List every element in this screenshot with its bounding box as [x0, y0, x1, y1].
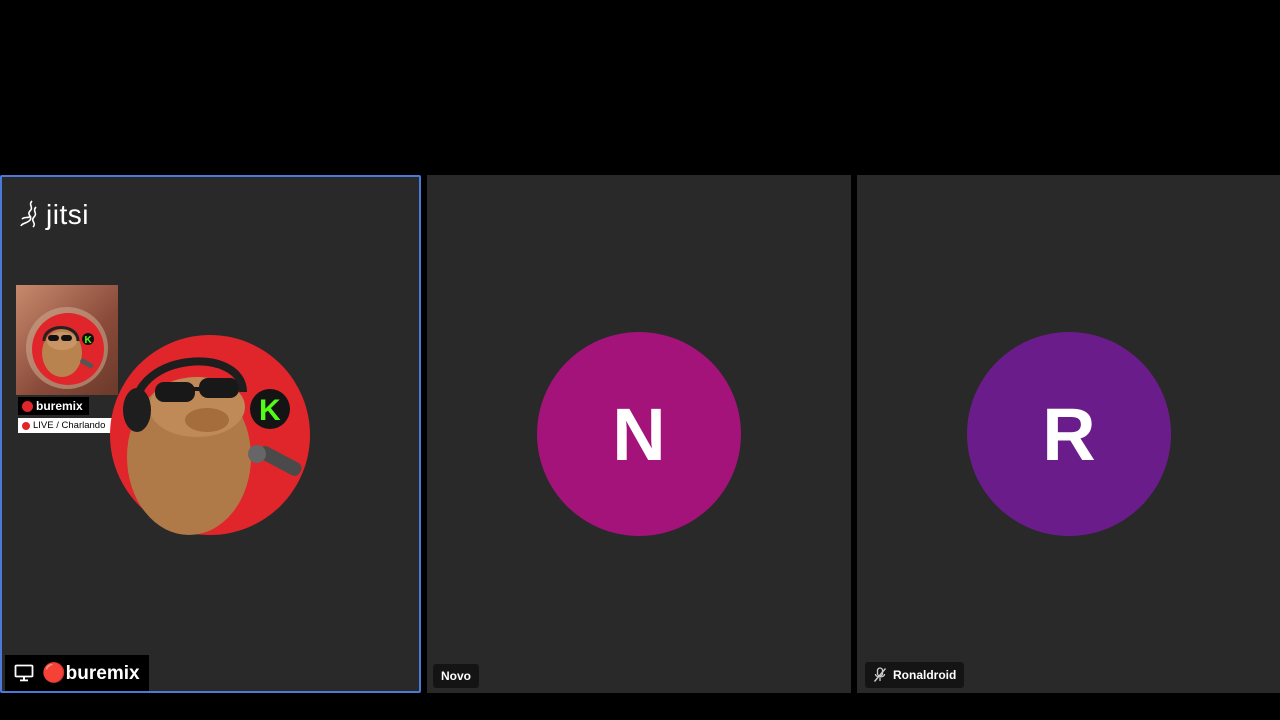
stream-avatar-image: K — [32, 313, 104, 385]
participant-name-badge: 🔴buremix — [5, 655, 149, 691]
participant-name: Ronaldroid — [893, 668, 957, 682]
live-dot-icon — [22, 421, 30, 430]
svg-text:K: K — [85, 335, 93, 346]
participant-avatar-image: K — [110, 335, 310, 535]
live-dot-icon — [22, 400, 33, 412]
participant-name: 🔴buremix — [42, 663, 140, 684]
participant-avatar: N — [537, 332, 741, 536]
jitsi-watermark: jitsi — [18, 199, 89, 231]
stream-channel-label: buremix — [18, 397, 89, 415]
screen-share-icon — [14, 664, 34, 682]
stream-thumbnail: K — [16, 285, 118, 395]
watermark-text: jitsi — [46, 199, 89, 230]
stream-status-label: LIVE / Charlando — [18, 418, 118, 433]
svg-text:K: K — [259, 394, 281, 427]
participant-tile-novo[interactable]: N Novo — [427, 175, 851, 693]
participant-tile-buremix[interactable]: jitsi K buremix LIVE / Charlando K 🔴bure… — [0, 175, 421, 693]
participant-name-badge: Novo — [433, 664, 479, 688]
participant-avatar: R — [967, 332, 1171, 536]
stream-overlay-card: K buremix LIVE / Charlando — [16, 285, 118, 437]
mic-muted-icon — [873, 667, 887, 682]
participant-tile-ronaldroid[interactable]: R Ronaldroid — [857, 175, 1280, 693]
jitsi-logo-icon — [20, 200, 37, 228]
participant-name-badge: Ronaldroid — [865, 662, 965, 688]
participant-name: Novo — [441, 669, 471, 683]
